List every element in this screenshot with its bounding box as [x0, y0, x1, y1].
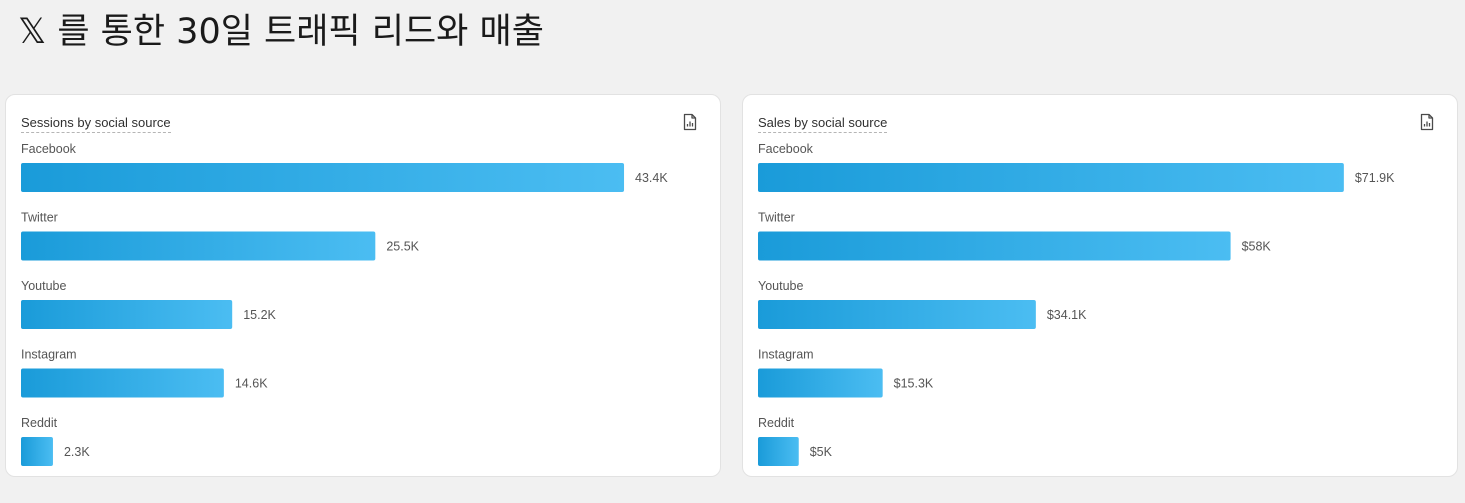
bar[interactable] [21, 163, 625, 192]
bar[interactable] [21, 300, 233, 329]
category-label: Twitter [21, 211, 58, 225]
bar[interactable] [758, 300, 1036, 329]
category-label: Youtube [21, 279, 66, 293]
bar[interactable] [21, 437, 53, 466]
sessions-chart-card: Sessions by social source Facebook 43.4K T… [5, 94, 721, 477]
category-label: Instagram [758, 348, 814, 362]
bar[interactable] [758, 437, 799, 466]
bar-value-label: $5K [810, 445, 833, 459]
bar-value-label: 2.3K [64, 445, 90, 459]
bar-value-label: $34.1K [1047, 308, 1087, 322]
sessions-bar-chart: Facebook 43.4K Twitter 25.5K Youtube 15.2K Ins… [21, 142, 668, 466]
category-label: Twitter [758, 211, 795, 225]
bar[interactable] [758, 163, 1344, 192]
bar-value-label: 25.5K [386, 240, 419, 254]
bar[interactable] [758, 368, 883, 398]
bar-value-label: 14.6K [235, 377, 268, 391]
page-title: 𝕏 를 통한 30일 트래픽 리드와 매출 [18, 12, 544, 52]
bar-value-label: $15.3K [894, 377, 934, 391]
bar[interactable] [758, 231, 1231, 261]
bar[interactable] [21, 231, 376, 261]
bar-value-label: 43.4K [635, 171, 668, 185]
category-label: Reddit [21, 416, 58, 430]
bar-value-label: $71.9K [1355, 171, 1395, 185]
sales-chart-card: Sales by social source Facebook $71.9K Twi… [742, 94, 1458, 477]
bar[interactable] [21, 368, 224, 398]
category-label: Facebook [758, 142, 814, 156]
category-label: Reddit [758, 416, 795, 430]
bar-value-label: 15.2K [243, 308, 276, 322]
bar-value-label: $58K [1242, 240, 1272, 254]
category-label: Facebook [21, 142, 77, 156]
category-label: Instagram [21, 348, 77, 362]
sales-bar-chart: Facebook $71.9K Twitter $58K Youtube $34.1K In… [758, 142, 1395, 466]
category-label: Youtube [758, 279, 803, 293]
